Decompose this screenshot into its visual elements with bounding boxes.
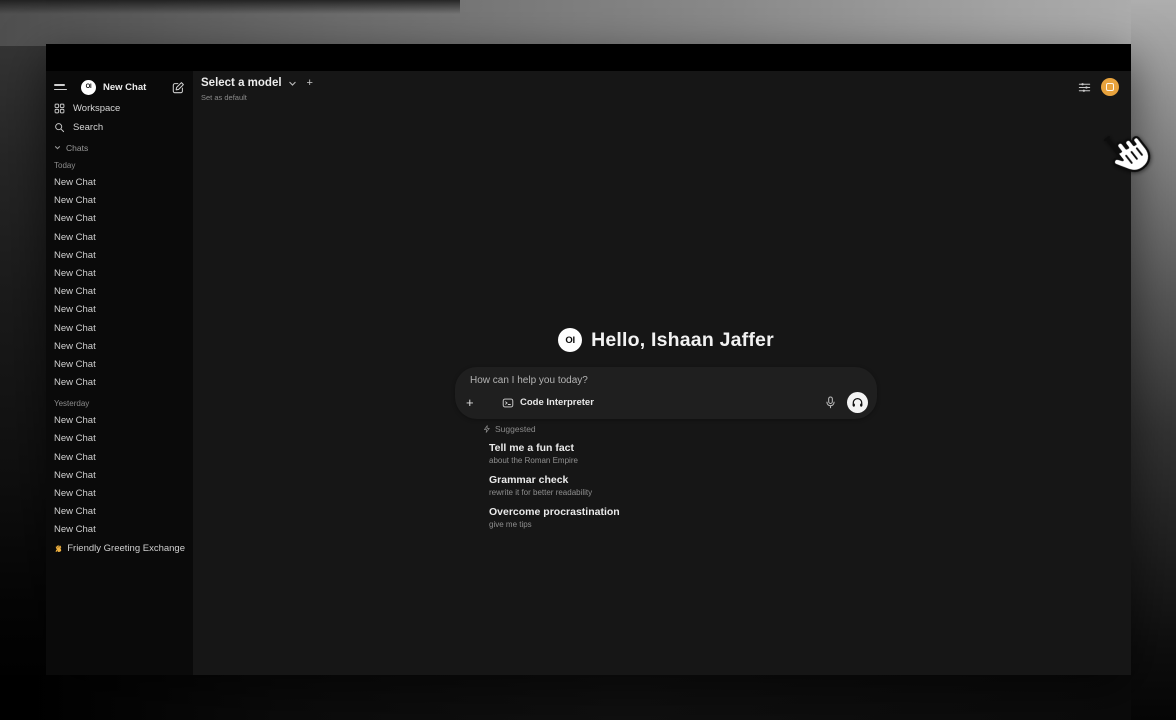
sidebar-chat-item[interactable]: New Chat (54, 210, 185, 228)
sidebar-chat-item[interactable]: New Chat (54, 338, 185, 356)
chevron-down-icon (54, 144, 61, 151)
suggested-prompt[interactable]: Tell me a fun factabout the Roman Empire (483, 442, 877, 466)
background-shade-top-left (0, 0, 460, 14)
microphone-button[interactable] (825, 396, 836, 409)
add-model-button[interactable]: + (307, 77, 313, 89)
app-window: OI New Chat (46, 44, 1131, 675)
headphones-icon (851, 396, 864, 409)
background-gradient-bottom (0, 675, 1131, 720)
sidebar-chat-item[interactable]: New Chat (54, 320, 185, 338)
sidebar-toggle-icon[interactable] (54, 84, 70, 90)
sidebar-chat-item[interactable]: New Chat (54, 283, 185, 301)
microphone-icon (825, 396, 836, 409)
suggested-header: Suggested (483, 423, 877, 434)
suggested-list: Tell me a fun factabout the Roman Empire… (483, 442, 877, 530)
new-chat-edit-icon[interactable] (172, 81, 185, 94)
sidebar: OI New Chat (46, 71, 193, 675)
sidebar-header: OI New Chat (54, 77, 185, 97)
suggested-prompt-title: Tell me a fun fact (489, 442, 877, 455)
sidebar-chat-item[interactable]: New Chat (54, 485, 185, 503)
search-label: Search (73, 122, 103, 133)
terminal-icon (502, 397, 514, 409)
code-interpreter-label: Code Interpreter (520, 397, 594, 408)
attach-plus-button[interactable]: + (466, 396, 480, 409)
sidebar-chat-item[interactable]: New Chat (54, 503, 185, 521)
sidebar-item-workspace[interactable]: Workspace (54, 99, 185, 118)
chat-group-label: Today (54, 160, 185, 172)
message-composer[interactable]: + Code Interpreter (455, 367, 877, 419)
sidebar-chat-item[interactable]: New Chat (54, 229, 185, 247)
background-gradient-right (1131, 0, 1176, 720)
sidebar-chat-item[interactable]: New Chat (54, 265, 185, 283)
chat-history-list: TodayNew ChatNew ChatNew ChatNew ChatNew… (54, 160, 185, 558)
suggested-prompt-title: Grammar check (489, 474, 877, 487)
chats-section-label: Chats (66, 143, 88, 153)
desktop-stage: OI New Chat (0, 0, 1176, 720)
sidebar-chat-item[interactable]: New Chat (54, 430, 185, 448)
bolt-icon (483, 425, 491, 433)
topright-controls (1078, 78, 1119, 96)
sidebar-chat-item[interactable]: New Chat (54, 521, 185, 539)
voice-call-button[interactable] (847, 392, 868, 413)
suggested-prompt-subtitle: about the Roman Empire (489, 455, 877, 466)
code-interpreter-button[interactable]: Code Interpreter (502, 397, 594, 409)
chevron-down-icon (288, 79, 297, 88)
main-pane: Select a model + Set as default (193, 71, 1131, 675)
window-top-strip (46, 44, 1131, 71)
sidebar-chat-item[interactable]: New Chat (54, 174, 185, 192)
user-avatar[interactable] (1101, 78, 1119, 96)
avatar-image (1106, 83, 1114, 91)
sidebar-chat-item[interactable]: Friendly Greeting Exchange (54, 540, 185, 558)
suggested-section: Suggested Tell me a fun factabout the Ro… (455, 423, 877, 530)
sidebar-chat-item[interactable]: New Chat (54, 356, 185, 374)
sidebar-chat-item[interactable]: New Chat (54, 374, 185, 392)
app-logo: OI (81, 80, 96, 95)
chat-item-label: Friendly Greeting Exchange (67, 540, 185, 558)
set-as-default-button[interactable]: Set as default (201, 93, 313, 102)
sidebar-chat-item[interactable]: New Chat (54, 192, 185, 210)
waving-hand-icon (54, 544, 63, 554)
suggested-prompt-title: Overcome procrastination (489, 506, 877, 519)
suggested-prompt-subtitle: rewrite it for better readability (489, 487, 877, 498)
model-selector-label: Select a model (201, 77, 282, 89)
controls-sliders-icon[interactable] (1078, 81, 1091, 94)
message-input[interactable] (470, 375, 862, 391)
greeting-text: Hello, Ishaan Jaffer (591, 329, 774, 352)
suggested-prompt[interactable]: Grammar checkrewrite it for better reada… (483, 474, 877, 498)
sidebar-chat-item[interactable]: New Chat (54, 301, 185, 319)
model-selector[interactable]: Select a model + (201, 77, 313, 89)
sidebar-chat-item[interactable]: New Chat (54, 412, 185, 430)
sidebar-chat-item[interactable]: New Chat (54, 449, 185, 467)
background-gradient-left (0, 46, 46, 720)
sidebar-title: New Chat (103, 82, 172, 93)
sidebar-chat-item[interactable]: New Chat (54, 467, 185, 485)
suggested-label: Suggested (495, 424, 536, 434)
suggested-prompt[interactable]: Overcome procrastinationgive me tips (483, 506, 877, 530)
app-logo-large: OI (558, 328, 582, 352)
composer-toolbar: + Code Interpreter (466, 392, 868, 413)
suggested-prompt-subtitle: give me tips (489, 519, 877, 530)
workspace-label: Workspace (73, 103, 120, 114)
sidebar-item-search[interactable]: Search (54, 118, 185, 137)
sidebar-chat-item[interactable]: New Chat (54, 247, 185, 265)
chat-group-label: Yesterday (54, 398, 185, 410)
hero-section: OI Hello, Ishaan Jaffer + (455, 327, 877, 538)
model-bar: Select a model + Set as default (201, 77, 313, 102)
search-icon (54, 122, 65, 133)
workspace-grid-icon (54, 103, 65, 114)
greeting-row: OI Hello, Ishaan Jaffer (455, 327, 877, 353)
chats-section-toggle[interactable]: Chats (54, 141, 185, 154)
